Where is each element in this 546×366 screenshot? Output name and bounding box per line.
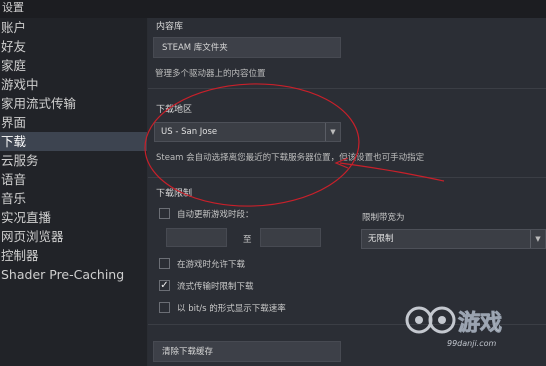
to-label: 至 bbox=[243, 235, 252, 245]
sidebar-item-friends[interactable]: 好友 bbox=[0, 37, 147, 56]
sidebar-item-account[interactable]: 账户 bbox=[0, 18, 147, 37]
divider bbox=[148, 88, 546, 89]
auto-update-checkbox[interactable] bbox=[159, 208, 170, 219]
content-library-title: 内容库 bbox=[156, 22, 184, 32]
sidebar-item-web-browser[interactable]: 网页浏览器 bbox=[0, 227, 147, 246]
window-title: 设置 bbox=[0, 0, 546, 18]
sidebar-item-broadcasting[interactable]: 实况直播 bbox=[0, 208, 147, 227]
chevron-down-icon: ▼ bbox=[325, 123, 340, 141]
throttle-while-streaming-checkbox[interactable]: ✓ bbox=[159, 280, 170, 291]
download-limits-title: 下载限制 bbox=[156, 189, 193, 199]
throttle-while-streaming-label: 流式传输时限制下载 bbox=[177, 282, 254, 292]
sidebar-item-controller[interactable]: 控制器 bbox=[0, 246, 147, 265]
download-region-title: 下载地区 bbox=[156, 105, 193, 115]
auto-update-label: 自动更新游戏时段： bbox=[177, 210, 254, 220]
allow-downloads-during-gameplay-checkbox[interactable] bbox=[159, 258, 170, 269]
clear-download-cache-button[interactable]: 清除下载缓存 bbox=[153, 341, 341, 362]
sidebar-item-in-game[interactable]: 游戏中 bbox=[0, 75, 147, 94]
divider bbox=[148, 177, 546, 178]
bandwidth-limit-value: 无限制 bbox=[368, 234, 394, 244]
watermark-url: 99danji.com bbox=[447, 339, 497, 348]
steam-library-folders-button[interactable]: STEAM 库文件夹 bbox=[153, 37, 341, 58]
sidebar-item-voice[interactable]: 语音 bbox=[0, 170, 147, 189]
content-library-description: 管理多个驱动器上的内容位置 bbox=[155, 69, 266, 79]
sidebar-item-shader-pre-caching[interactable]: Shader Pre-Caching bbox=[0, 265, 147, 284]
site-watermark-logo: 游戏 bbox=[405, 306, 502, 336]
download-region-select[interactable]: US - San Jose ▼ bbox=[154, 122, 341, 142]
checkmark-icon: ✓ bbox=[160, 280, 169, 291]
bandwidth-limit-select[interactable]: 无限制 ▼ bbox=[361, 229, 546, 249]
sidebar-item-home-streaming[interactable]: 家用流式传输 bbox=[0, 94, 147, 113]
sidebar-item-music[interactable]: 音乐 bbox=[0, 189, 147, 208]
auto-update-end-time[interactable] bbox=[260, 228, 321, 247]
sidebar: 账户 好友 家庭 游戏中 家用流式传输 界面 下载 云服务 语音 音乐 实况直播… bbox=[0, 18, 147, 366]
sidebar-item-family[interactable]: 家庭 bbox=[0, 56, 147, 75]
chevron-down-icon: ▼ bbox=[530, 230, 545, 248]
sidebar-item-cloud[interactable]: 云服务 bbox=[0, 151, 147, 170]
display-bits-per-second-label: 以 bit/s 的形式显示下载速率 bbox=[177, 304, 286, 314]
watermark-glyph: 游戏 bbox=[458, 310, 502, 336]
allow-downloads-during-gameplay-label: 在游戏时允许下载 bbox=[177, 260, 246, 270]
sidebar-item-downloads[interactable]: 下载 bbox=[0, 132, 147, 151]
download-region-value: US - San Jose bbox=[161, 127, 218, 137]
download-region-description: Steam 会自动选择离您最近的下载服务器位置，但该设置也可手动指定 bbox=[156, 153, 425, 163]
bandwidth-limit-label: 限制带宽为 bbox=[362, 213, 405, 223]
auto-update-start-time[interactable] bbox=[166, 228, 227, 247]
sidebar-item-interface[interactable]: 界面 bbox=[0, 113, 147, 132]
display-bits-per-second-checkbox[interactable] bbox=[159, 302, 170, 313]
